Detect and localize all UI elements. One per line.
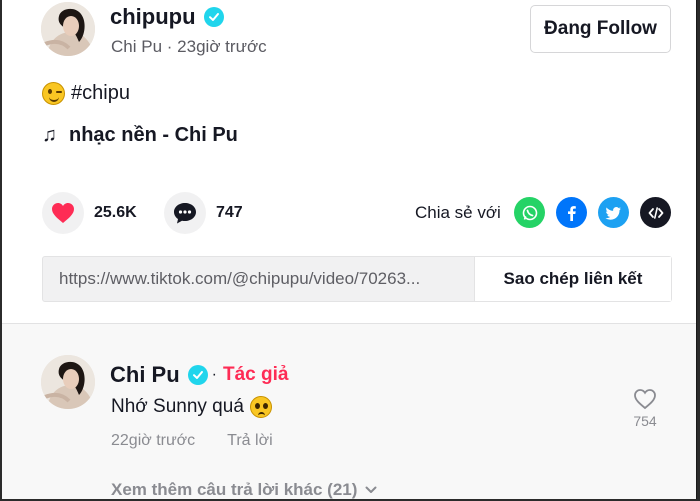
copy-link-button[interactable]: Sao chép liên kết	[474, 257, 671, 301]
author-avatar[interactable]	[41, 2, 95, 56]
comment-button[interactable]	[164, 192, 206, 234]
verified-badge-icon	[203, 7, 224, 27]
post-caption: #chipu	[42, 82, 130, 105]
caption-hashtag[interactable]: #chipu	[71, 82, 130, 105]
share-link-box: https://www.tiktok.com/@chipupu/video/70…	[42, 256, 672, 302]
post-info: chipupu Chi Pu · 23giờ trước Đang Follow…	[2, 0, 696, 323]
comment-count: 747	[216, 204, 243, 221]
post-time: 23giờ trước	[177, 37, 267, 56]
comment-author-row: Chi Pu · Tác giả	[110, 362, 288, 388]
author-handle[interactable]: chipupu	[110, 4, 196, 30]
comment-bubble-icon	[174, 203, 196, 224]
comment-meta: 22giờ trước Trả lời	[111, 432, 273, 450]
like-count: 25.6K	[94, 204, 137, 221]
comment-stat: 747	[164, 192, 243, 234]
avatar-image	[41, 2, 95, 56]
chevron-down-icon	[365, 486, 377, 493]
wink-emoji-icon	[42, 82, 65, 105]
pleading-face-emoji-icon	[249, 396, 272, 418]
share-link-text[interactable]: https://www.tiktok.com/@chipupu/video/70…	[43, 269, 474, 289]
verified-badge-icon	[187, 365, 208, 385]
share-label: Chia sẻ với	[415, 203, 501, 222]
handle-row: chipupu	[110, 4, 224, 30]
like-button[interactable]	[42, 192, 84, 234]
like-stat: 25.6K	[42, 192, 137, 234]
author-badge: Tác giả	[223, 364, 289, 385]
embed-code-icon[interactable]	[640, 197, 671, 228]
twitter-icon[interactable]	[598, 197, 629, 228]
music-info[interactable]: ♫ nhạc nền - Chi Pu	[42, 124, 238, 147]
heart-outline-icon[interactable]	[633, 388, 657, 410]
comment-list: Chi Pu · Tác giả Nhớ Sunny quá 22giờ trư…	[2, 323, 696, 499]
separator-dot: ·	[166, 37, 173, 56]
heart-icon	[52, 203, 74, 223]
comment-body: Nhớ Sunny quá	[111, 396, 244, 417]
author-subline: Chi Pu · 23giờ trước	[111, 37, 267, 57]
commenter-avatar[interactable]	[41, 355, 95, 409]
facebook-icon[interactable]	[556, 197, 587, 228]
view-more-replies-label[interactable]: Xem thêm câu trả lời khác (21)	[111, 480, 357, 499]
video-detail-panel: chipupu Chi Pu · 23giờ trước Đang Follow…	[2, 0, 697, 499]
comment-like-count: 754	[633, 413, 657, 429]
whatsapp-icon[interactable]	[514, 197, 545, 228]
music-title[interactable]: nhạc nền - Chi Pu	[69, 124, 238, 147]
comment-like[interactable]: 754	[626, 388, 664, 429]
avatar-image	[41, 355, 95, 409]
author-display-name: Chi Pu	[111, 37, 163, 56]
following-button[interactable]: Đang Follow	[530, 5, 671, 53]
music-note-icon: ♫	[42, 124, 57, 146]
comment-text: Nhớ Sunny quá	[111, 396, 272, 418]
separator-dot: ·	[211, 366, 217, 383]
reply-button[interactable]: Trả lời	[227, 432, 272, 450]
comment-author[interactable]: Chi Pu	[110, 362, 180, 388]
comment-time: 22giờ trước	[111, 432, 196, 449]
view-more-replies-button[interactable]: Xem thêm câu trả lời khác (21)	[111, 480, 377, 499]
